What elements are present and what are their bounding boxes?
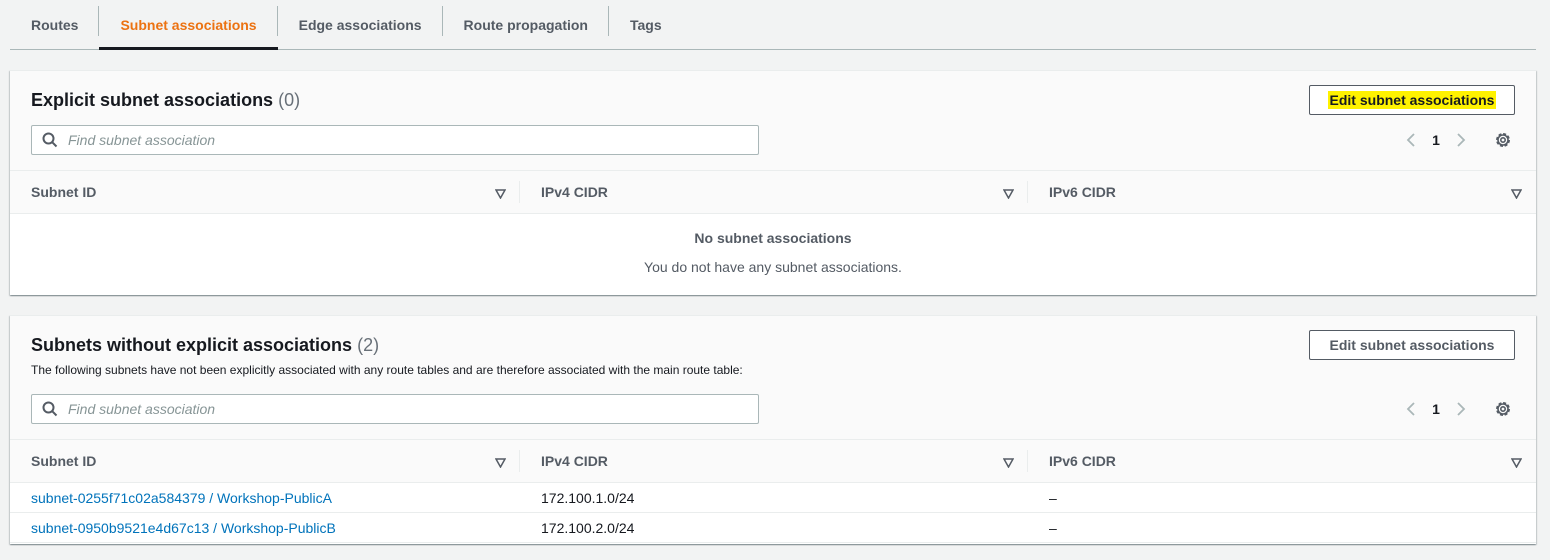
empty-state-title: No subnet associations: [694, 230, 852, 246]
table-header: Subnet ID IPv4 CIDR IPv6 CIDR: [10, 440, 1536, 483]
search-input[interactable]: [68, 396, 758, 422]
column-label: IPv6 CIDR: [1049, 453, 1116, 469]
edit-subnet-associations-button[interactable]: Edit subnet associations: [1309, 330, 1515, 360]
tab-edge-associations[interactable]: Edge associations: [278, 0, 443, 49]
search-input[interactable]: [68, 127, 758, 153]
column-label: IPv4 CIDR: [541, 453, 608, 469]
column-label: Subnet ID: [31, 453, 97, 469]
page-number[interactable]: 1: [1424, 401, 1448, 417]
cell-ipv4-cidr: 172.100.2.0/24: [541, 519, 635, 536]
search-icon: [32, 395, 68, 423]
tab-label: Tags: [629, 16, 662, 33]
sort-caret-icon[interactable]: [494, 186, 507, 202]
column-header-ipv4-cidr[interactable]: IPv4 CIDR: [520, 171, 1028, 213]
cell-subnet-id: subnet-0255f71c02a584379 / Workshop-Publ…: [10, 490, 520, 506]
sort-caret-icon[interactable]: [494, 455, 507, 471]
panel-count: (2): [357, 335, 380, 355]
column-label: IPv4 CIDR: [541, 184, 608, 200]
tab-label: Route propagation: [463, 16, 588, 33]
panel-description: The following subnets have not been expl…: [31, 363, 743, 377]
cell-subnet-id: subnet-0950b9521e4d67c13 / Workshop-Publ…: [10, 520, 520, 536]
tab-label: Edge associations: [298, 16, 422, 33]
explicit-associations-panel: Explicit subnet associations (0) Edit su…: [10, 70, 1536, 295]
chevron-left-icon[interactable]: [1398, 125, 1424, 155]
chevron-right-icon[interactable]: [1448, 394, 1474, 424]
search-icon: [32, 126, 68, 154]
search-field[interactable]: [31, 125, 759, 155]
empty-state-text: You do not have any subnet associations.: [644, 259, 902, 275]
gear-icon[interactable]: [1488, 125, 1518, 155]
panel-title: Explicit subnet associations (0): [31, 90, 300, 111]
table-row: subnet-0950b9521e4d67c13 / Workshop-Publ…: [10, 513, 1536, 543]
subnet-link[interactable]: subnet-0950b9521e4d67c13 / Workshop-Publ…: [31, 520, 336, 536]
table-row: subnet-0255f71c02a584379 / Workshop-Publ…: [10, 483, 1536, 513]
tab-routes[interactable]: Routes: [10, 0, 100, 49]
chevron-left-icon[interactable]: [1398, 394, 1424, 424]
pagination: 1: [1398, 125, 1518, 155]
column-header-subnet-id[interactable]: Subnet ID: [10, 171, 520, 213]
column-header-subnet-id[interactable]: Subnet ID: [10, 440, 520, 482]
search-field[interactable]: [31, 394, 759, 424]
gear-icon[interactable]: [1488, 394, 1518, 424]
panel-header: Subnets without explicit associations (2…: [10, 316, 1536, 440]
panel-title-text: Subnets without explicit associations: [31, 335, 353, 355]
sort-caret-icon[interactable]: [1002, 455, 1015, 471]
panel-header: Explicit subnet associations (0) Edit su…: [10, 71, 1536, 171]
panel-title: Subnets without explicit associations (2…: [31, 335, 379, 356]
column-header-ipv6-cidr[interactable]: IPv6 CIDR: [1028, 171, 1536, 213]
column-header-ipv6-cidr[interactable]: IPv6 CIDR: [1028, 440, 1536, 482]
cell-ipv6-cidr: –: [1049, 489, 1057, 506]
tab-subnet-associations[interactable]: Subnet associations: [99, 0, 278, 50]
button-label: Edit subnet associations: [1329, 337, 1495, 353]
tab-bar: Routes Subnet associations Edge associat…: [10, 0, 1536, 50]
tab-route-propagation[interactable]: Route propagation: [443, 0, 609, 49]
sort-caret-icon[interactable]: [1510, 455, 1523, 471]
chevron-right-icon[interactable]: [1448, 125, 1474, 155]
cell-ipv4-cidr: 172.100.1.0/24: [541, 489, 635, 506]
column-label: Subnet ID: [31, 184, 97, 200]
button-label: Edit subnet associations: [1327, 91, 1497, 109]
column-header-ipv4-cidr[interactable]: IPv4 CIDR: [520, 440, 1028, 482]
sort-caret-icon[interactable]: [1510, 186, 1523, 202]
sort-caret-icon[interactable]: [1002, 186, 1015, 202]
page-number[interactable]: 1: [1424, 132, 1448, 148]
implicit-associations-panel: Subnets without explicit associations (2…: [10, 315, 1536, 544]
subnet-link[interactable]: subnet-0255f71c02a584379 / Workshop-Publ…: [31, 490, 332, 506]
cell-ipv6-cidr: –: [1049, 519, 1057, 536]
tab-label: Routes: [31, 16, 79, 33]
pagination: 1: [1398, 394, 1518, 424]
panel-title-text: Explicit subnet associations: [31, 90, 274, 110]
column-label: IPv6 CIDR: [1049, 184, 1116, 200]
table-header: Subnet ID IPv4 CIDR IPv6 CIDR: [10, 171, 1536, 214]
panel-count: (0): [278, 90, 301, 110]
tab-tags[interactable]: Tags: [609, 0, 683, 49]
empty-state: No subnet associations You do not have a…: [10, 214, 1536, 275]
edit-subnet-associations-button[interactable]: Edit subnet associations: [1309, 85, 1515, 115]
tab-label: Subnet associations: [120, 16, 257, 33]
